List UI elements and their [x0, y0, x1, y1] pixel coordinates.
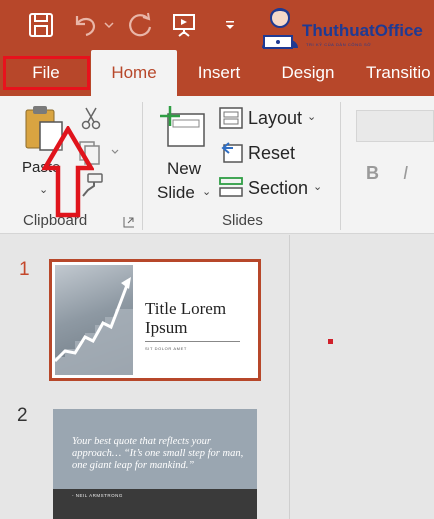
section-dropdown-icon[interactable]: ⌄ [313, 180, 322, 193]
undo-dropdown-icon[interactable] [102, 8, 116, 42]
file-tab-highlight-box [3, 56, 90, 90]
layout-dropdown-icon[interactable]: ⌄ [307, 110, 316, 123]
slide-thumbnail-1[interactable]: Title Lorem Ipsum SIT DOLOR AMET [49, 259, 261, 381]
font-name-box[interactable] [356, 110, 434, 142]
slide-number: 1 [19, 259, 30, 280]
layout-icon[interactable] [219, 107, 243, 129]
new-slide-label-line1[interactable]: New [167, 159, 201, 179]
redo-icon[interactable] [124, 8, 156, 42]
thuthuatoffice-logo: ThuthuatOffice TRI KỶ CỦA DÂN CÔNG SỞ [254, 6, 434, 50]
reset-icon[interactable] [219, 141, 243, 163]
slide-1-rule [145, 341, 240, 342]
slide-1-subtitle: SIT DOLOR AMET [145, 346, 187, 351]
logo-tagline: TRI KỶ CỦA DÂN CÔNG SỞ [306, 42, 372, 47]
tab-design[interactable]: Design [266, 50, 350, 96]
arrow-up-annotation [41, 124, 95, 218]
reset-label[interactable]: Reset [248, 143, 295, 164]
tab-home[interactable]: Home [91, 50, 177, 96]
new-slide-label-line2[interactable]: Slide [157, 183, 195, 203]
slides-group-label: Slides [222, 212, 263, 229]
slide-number: 2 [17, 405, 28, 426]
undo-icon[interactable] [70, 8, 100, 42]
new-slide-icon[interactable] [160, 106, 208, 150]
section-icon[interactable] [219, 176, 243, 198]
slide-1-content: Title Lorem Ipsum SIT DOLOR AMET [55, 265, 255, 375]
ribbon-separator [142, 102, 143, 230]
slide-2-quote: Your best quote that reflects your appro… [72, 436, 244, 471]
dialog-launcher-icon[interactable] [123, 215, 135, 228]
slide-editor-area[interactable] [291, 235, 434, 519]
layout-label[interactable]: Layout [248, 108, 302, 129]
customize-qat-icon[interactable] [222, 8, 238, 42]
stairs-chart-image [55, 265, 133, 375]
slide-2-author: - NEIL ARMSTRONG [72, 493, 123, 498]
editor-red-marker [328, 339, 333, 344]
section-label[interactable]: Section [248, 178, 308, 199]
logo-name: ThuthuatOffice [302, 21, 423, 40]
italic-button[interactable]: I [403, 163, 408, 184]
bold-button[interactable]: B [366, 163, 379, 184]
tab-transitions[interactable]: Transitio [366, 50, 434, 96]
tab-insert[interactable]: Insert [180, 50, 258, 96]
ribbon-separator [340, 102, 341, 230]
new-slide-dropdown-icon[interactable]: ⌄ [202, 185, 211, 198]
present-icon[interactable] [168, 8, 200, 42]
slide-1-title: Title Lorem Ipsum [145, 299, 227, 337]
slide-thumbnail-2[interactable]: Your best quote that reflects your appro… [53, 409, 257, 519]
save-icon[interactable] [24, 8, 58, 42]
